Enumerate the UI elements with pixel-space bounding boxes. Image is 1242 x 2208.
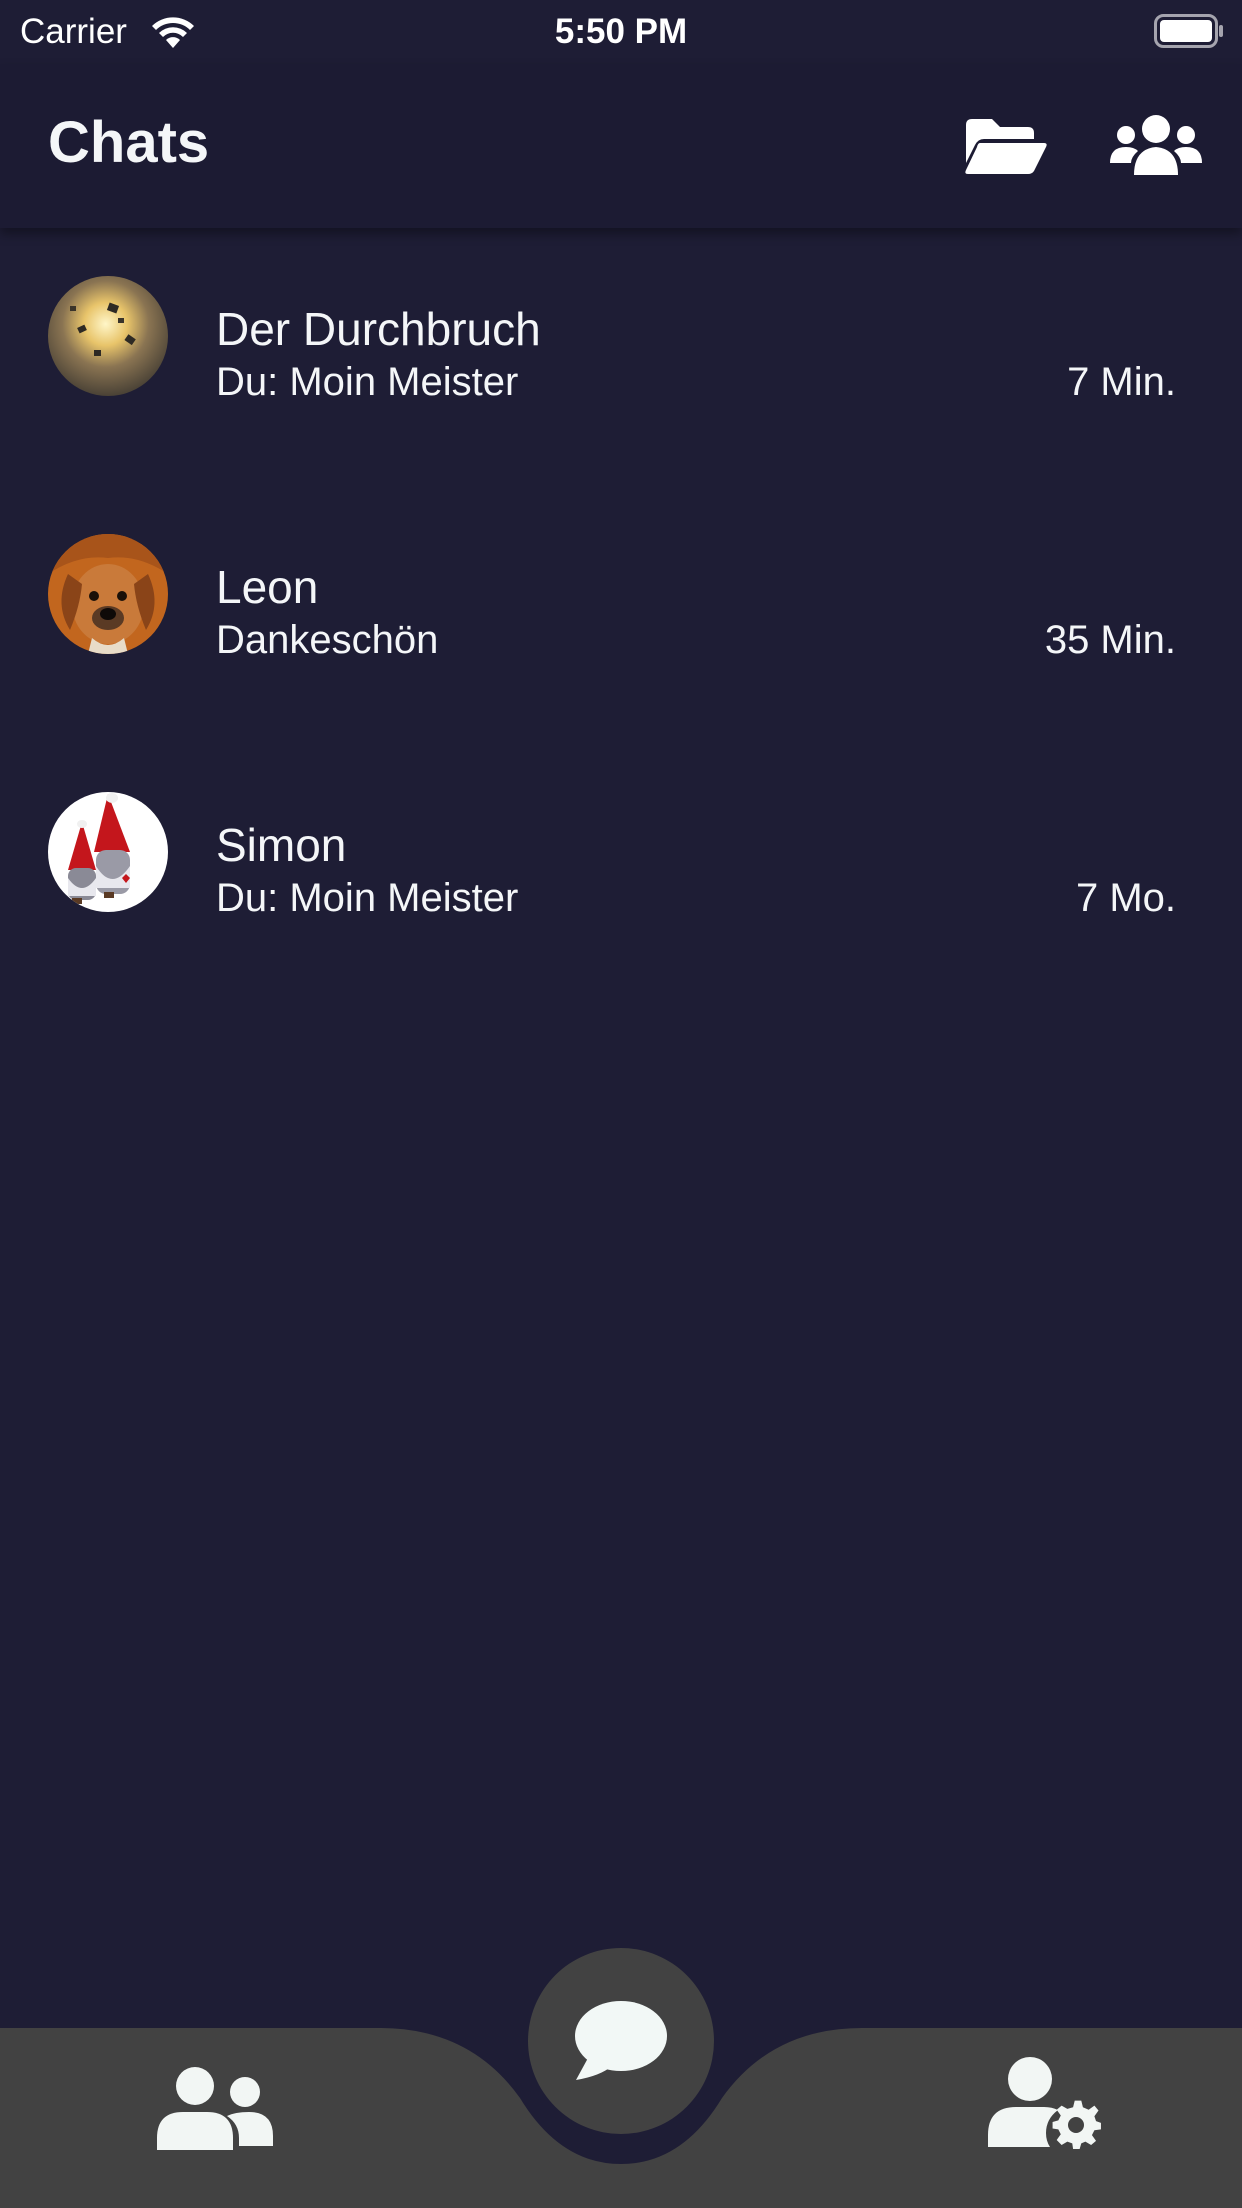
chat-name: Der Durchbruch	[216, 303, 541, 355]
chat-item-der-durchbruch[interactable]: Der Durchbruch Du: Moin Meister 7 Min.	[0, 228, 1242, 486]
nav-contacts-button[interactable]	[140, 2048, 290, 2168]
groups-button[interactable]	[1106, 104, 1206, 188]
users-icon	[1110, 115, 1202, 175]
user-settings-icon	[988, 2057, 1101, 2150]
nav-chats-button[interactable]	[528, 1948, 714, 2134]
chat-preview: Dankeschön	[216, 618, 439, 662]
avatar-der-durchbruch	[48, 276, 168, 396]
folder-open-icon	[965, 119, 1047, 174]
dog-image	[48, 534, 168, 654]
chat-name: Simon	[216, 819, 347, 871]
chat-item-leon[interactable]: Leon Dankeschön 35 Min.	[0, 486, 1242, 744]
nav-settings-button[interactable]	[976, 2038, 1116, 2168]
contacts-icon	[157, 2067, 273, 2150]
chat-item-simon[interactable]: Simon Du: Moin Meister 7 Mo.	[0, 744, 1242, 1002]
bottom-nav	[0, 1928, 1242, 2208]
chat-list: Der Durchbruch Du: Moin Meister 7 Min. L…	[0, 228, 1242, 1002]
app-header: Chats	[0, 64, 1242, 228]
chat-time: 35 Min.	[1044, 618, 1176, 662]
chat-time: 7 Min.	[1067, 360, 1176, 404]
avatar-simon	[48, 792, 168, 912]
chat-bubble-icon	[575, 2001, 667, 2080]
status-bar: Carrier 5:50 PM	[0, 0, 1242, 64]
page-title: Chats	[48, 110, 210, 175]
chat-preview: Du: Moin Meister	[216, 876, 519, 920]
gnomes-image	[48, 792, 168, 912]
explosion-image	[48, 276, 168, 396]
folder-button[interactable]	[956, 104, 1056, 188]
chat-name: Leon	[216, 561, 319, 613]
chats-screen: Carrier 5:50 PM Chats Der Durchbruch Du:…	[0, 0, 1242, 2208]
chat-time: 7 Mo.	[1075, 876, 1176, 920]
battery-icon	[1154, 14, 1223, 48]
chat-preview: Du: Moin Meister	[216, 360, 519, 404]
status-time: 5:50 PM	[554, 12, 688, 51]
avatar-leon	[48, 534, 168, 654]
